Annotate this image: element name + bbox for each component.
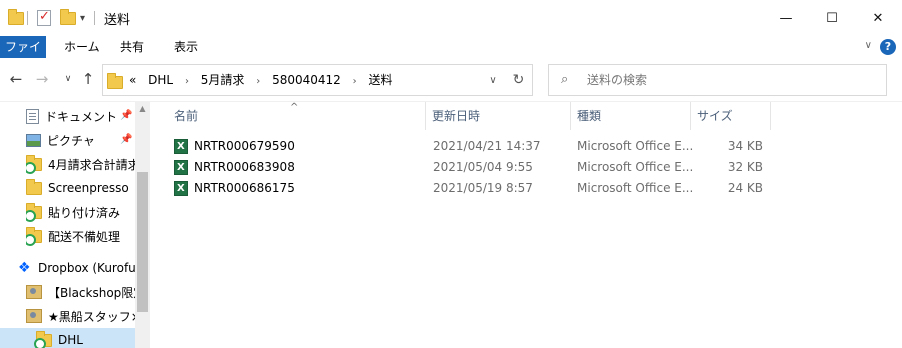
folder-icon bbox=[26, 154, 42, 174]
file-modified: 2021/05/04 9:55 bbox=[433, 160, 533, 174]
app-folder-icon bbox=[8, 8, 24, 27]
excel-file-icon bbox=[174, 139, 188, 154]
excel-file-icon bbox=[174, 160, 188, 175]
up-button[interactable]: ↑ bbox=[78, 69, 98, 89]
tab-view[interactable]: 表示 bbox=[168, 36, 204, 58]
maximize-button[interactable]: ☐ bbox=[809, 0, 855, 36]
title-bar: ▾ 送料 — ☐ ✕ bbox=[0, 0, 902, 36]
shared-folder-icon bbox=[26, 309, 42, 323]
pictures-icon bbox=[26, 133, 41, 147]
table-row[interactable]: NRTR000679590 2021/04/21 14:37 Microsoft… bbox=[168, 136, 773, 157]
folder-icon bbox=[26, 202, 42, 222]
sidebar-item-dhl[interactable]: DHL bbox=[0, 328, 135, 348]
dropbox-icon: ❖ bbox=[18, 260, 31, 276]
close-button[interactable]: ✕ bbox=[855, 0, 901, 36]
tab-home[interactable]: ホーム bbox=[58, 36, 106, 58]
sidebar-item-pasted[interactable]: 貼り付け済み bbox=[26, 200, 150, 224]
back-button[interactable]: ← bbox=[6, 69, 26, 89]
column-header-name[interactable]: 名前 bbox=[168, 102, 426, 130]
folder-icon bbox=[34, 330, 52, 348]
file-list: ^ 名前 更新日時 種類 サイズ NRTR000679590 2021/04/2… bbox=[150, 102, 902, 348]
quick-access-dropdown-icon[interactable]: ▾ bbox=[80, 9, 85, 27]
folder-icon bbox=[107, 73, 123, 89]
sidebar-item-label: Screenpresso bbox=[48, 181, 129, 195]
file-type: Microsoft Office E... bbox=[577, 181, 694, 195]
sidebar-scrollbar[interactable]: ▲ bbox=[135, 102, 150, 348]
address-bar-row: ← → ∨ ↑ « DHL › 5月請求 › 580040412 › 送料 ∨ … bbox=[0, 58, 902, 102]
sidebar-item-delivery-issues[interactable]: 配送不備処理 bbox=[26, 224, 150, 248]
sidebar-item-label: Dropbox (Kurofun bbox=[38, 261, 144, 275]
table-row[interactable]: NRTR000686175 2021/05/19 8:57 Microsoft … bbox=[168, 178, 773, 199]
file-modified: 2021/05/19 8:57 bbox=[433, 181, 533, 195]
ribbon-tabs: ファイル ホーム 共有 表示 ∨ ? bbox=[0, 36, 902, 76]
qa-separator bbox=[27, 9, 28, 27]
breadcrumb-shipping[interactable]: 送料 bbox=[368, 73, 392, 87]
sidebar-item-label: 配送不備処理 bbox=[48, 229, 121, 244]
sidebar-item-label: ドキュメント bbox=[45, 109, 118, 124]
address-history-dropdown[interactable]: ∨ bbox=[480, 64, 506, 96]
title-separator bbox=[94, 9, 95, 27]
sidebar-item-label: ピクチャ bbox=[47, 133, 95, 148]
sidebar-item-april-billing[interactable]: 4月請求合計請求 bbox=[26, 152, 150, 176]
chevron-right-icon[interactable]: › bbox=[256, 76, 260, 87]
navigation-pane: ドキュメント 📌 ピクチャ 📌 4月請求合計請求 Screenpresso 貼り… bbox=[0, 102, 150, 348]
recent-locations-button[interactable]: ∨ bbox=[58, 69, 78, 89]
column-header-modified[interactable]: 更新日時 bbox=[426, 102, 571, 130]
sidebar-item-dropbox[interactable]: ❖ Dropbox (Kurofun bbox=[18, 256, 150, 280]
search-box[interactable]: ⌕ 送料の検索 bbox=[548, 64, 887, 96]
table-row[interactable]: NRTR000683908 2021/05/04 9:55 Microsoft … bbox=[168, 157, 773, 178]
chevron-right-icon[interactable]: › bbox=[353, 76, 357, 87]
file-type: Microsoft Office E... bbox=[577, 139, 694, 153]
file-type: Microsoft Office E... bbox=[577, 160, 694, 174]
breadcrumb-overflow[interactable]: « bbox=[129, 73, 136, 87]
tab-share[interactable]: 共有 bbox=[114, 36, 150, 58]
file-name: NRTR000679590 bbox=[194, 139, 295, 153]
excel-file-icon bbox=[174, 181, 188, 196]
sidebar-item-screenpresso[interactable]: Screenpresso bbox=[26, 176, 150, 200]
tab-file[interactable]: ファイル bbox=[0, 36, 46, 76]
forward-button[interactable]: → bbox=[32, 69, 52, 89]
sidebar-item-label: 4月請求合計請求 bbox=[48, 157, 140, 172]
breadcrumb-may-billing[interactable]: 5月請求 bbox=[201, 73, 245, 87]
sidebar-item-label: DHL bbox=[58, 333, 83, 347]
column-header-size[interactable]: サイズ bbox=[691, 102, 771, 130]
file-size: 24 KB bbox=[727, 181, 763, 195]
folder-icon bbox=[26, 178, 42, 195]
file-name: NRTR000683908 bbox=[194, 160, 295, 174]
window-title: 送料 bbox=[104, 13, 131, 28]
breadcrumb: « DHL › 5月請求 › 580040412 › 送料 bbox=[129, 65, 400, 95]
shared-folder-icon bbox=[26, 285, 42, 299]
breadcrumb-dhl[interactable]: DHL bbox=[148, 73, 173, 87]
pin-icon[interactable]: 📌 bbox=[120, 110, 132, 121]
breadcrumb-580040412[interactable]: 580040412 bbox=[272, 73, 341, 87]
scroll-up-icon[interactable]: ▲ bbox=[135, 104, 150, 116]
new-folder-icon[interactable] bbox=[60, 8, 76, 27]
file-name: NRTR000686175 bbox=[194, 181, 295, 195]
search-icon: ⌕ bbox=[561, 72, 569, 87]
properties-icon[interactable] bbox=[37, 9, 51, 27]
ribbon-expand-icon[interactable]: ∨ bbox=[865, 40, 872, 51]
sidebar-item-blackshop[interactable]: 【Blackshop限定】 bbox=[26, 280, 150, 304]
minimize-button[interactable]: — bbox=[763, 0, 809, 36]
address-bar[interactable]: « DHL › 5月請求 › 580040412 › 送料 bbox=[102, 64, 533, 96]
help-icon[interactable]: ? bbox=[880, 39, 896, 55]
folder-icon bbox=[26, 226, 42, 246]
column-header-type[interactable]: 種類 bbox=[571, 102, 691, 130]
file-size: 34 KB bbox=[727, 139, 763, 153]
chevron-right-icon[interactable]: › bbox=[185, 76, 189, 87]
document-icon bbox=[26, 108, 39, 124]
sidebar-item-kurofune-staff[interactable]: ★黒船スタッフ×Tl bbox=[26, 304, 150, 328]
file-size: 32 KB bbox=[727, 160, 763, 174]
file-modified: 2021/04/21 14:37 bbox=[433, 139, 541, 153]
pin-icon[interactable]: 📌 bbox=[120, 134, 132, 145]
search-input[interactable]: 送料の検索 bbox=[587, 65, 647, 95]
refresh-button[interactable]: ↻ bbox=[505, 64, 533, 96]
sidebar-item-label: 貼り付け済み bbox=[48, 205, 121, 220]
scrollbar-thumb[interactable] bbox=[137, 172, 148, 312]
